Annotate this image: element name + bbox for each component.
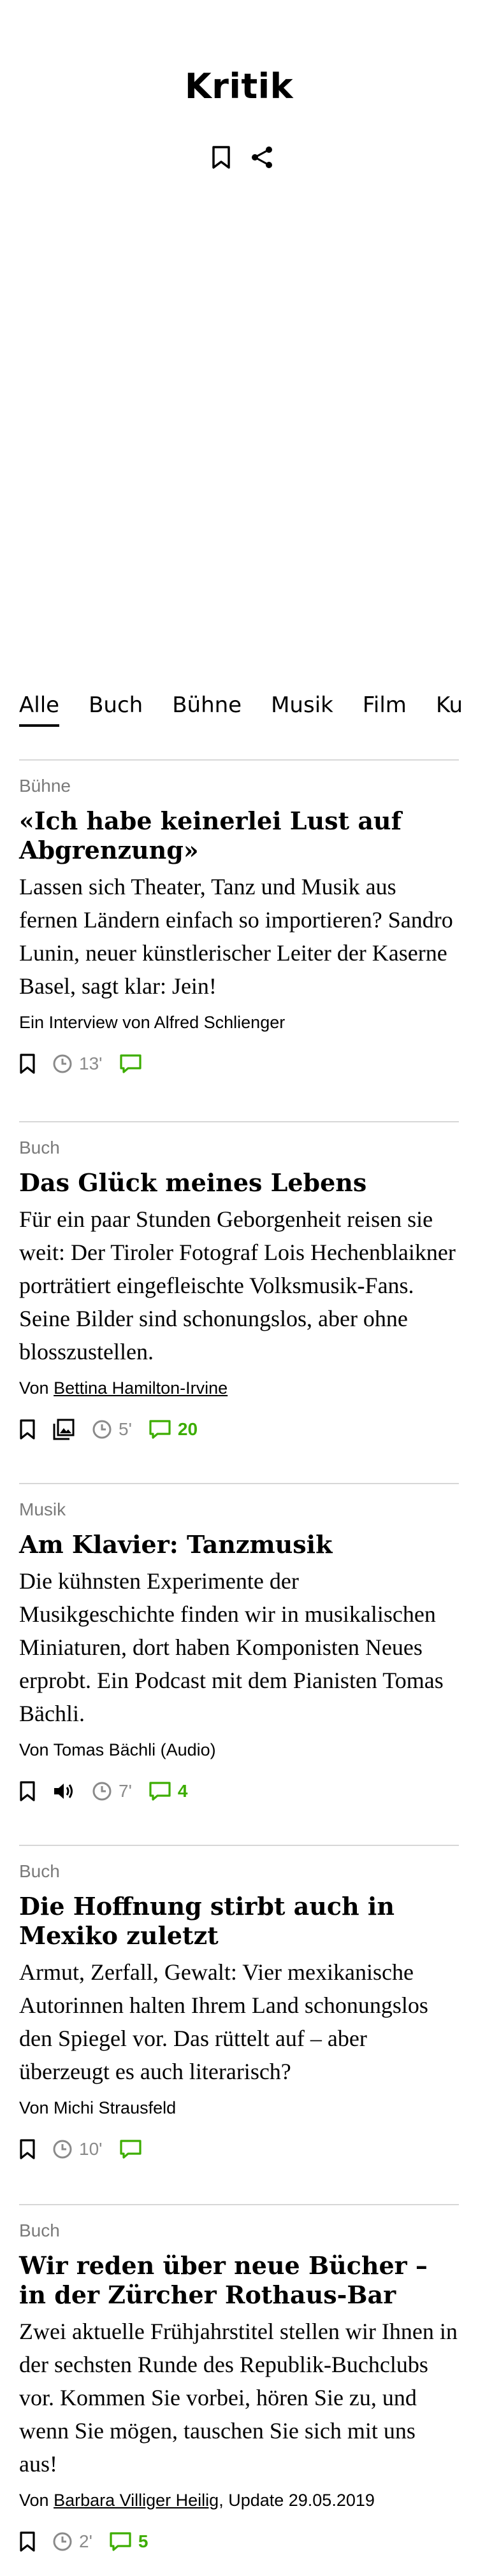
tab-kunst[interactable]: Ku <box>436 691 463 729</box>
comment-count: 5 <box>138 2531 148 2551</box>
article-title[interactable]: «Ich habe keinerlei Lust auf Abgrenzung» <box>19 806 459 865</box>
bookmark-icon[interactable] <box>19 2138 36 2160</box>
article-title[interactable]: Die Hoffnung stirbt auch in Mexiko zulet… <box>19 1892 459 1950</box>
format-label[interactable]: Buch <box>19 2218 459 2243</box>
author-link[interactable]: Barbara Villiger Heilig <box>54 2491 219 2510</box>
comment-count: 4 <box>177 1781 188 1801</box>
page-title: Kritik <box>184 66 294 106</box>
article-credit: Von Bettina Hamilton-Irvine <box>19 1376 459 1400</box>
article-actions: 5' 20 <box>19 1415 459 1443</box>
comment-icon <box>149 1782 171 1801</box>
format-label[interactable]: Musik <box>19 1497 459 1522</box>
reading-minutes: 13' <box>79 1054 103 1073</box>
article-actions: 2' 5 <box>19 2528 459 2556</box>
article-credit: Von Tomas Bächli (Audio) <box>19 1738 459 1762</box>
reading-time: 7' <box>92 1781 132 1801</box>
tab-musik[interactable]: Musik <box>271 691 333 729</box>
format-label[interactable]: Bühne <box>19 773 459 799</box>
reading-time: 10' <box>52 2139 103 2159</box>
audio-icon[interactable] <box>52 1781 75 1801</box>
bookmark-icon[interactable] <box>208 144 235 171</box>
article-title[interactable]: Am Klavier: Tanzmusik <box>19 1530 459 1559</box>
format-label[interactable]: Buch <box>19 1859 459 1884</box>
credit-prefix: Von <box>19 2491 54 2510</box>
article-title[interactable]: Das Glück meines Lebens <box>19 1168 459 1198</box>
article-teaser: Buch Die Hoffnung stirbt auch in Mexiko … <box>19 1845 459 2204</box>
reading-time: 2' <box>52 2531 92 2552</box>
author-link[interactable]: Bettina Hamilton-Irvine <box>54 1378 228 1398</box>
article-actions: 13' <box>19 1050 459 1078</box>
share-icon[interactable] <box>249 144 275 171</box>
discussion-link[interactable] <box>119 1054 142 1074</box>
article-teaser: Buch Das Glück meines Lebens Für ein paa… <box>19 1121 459 1483</box>
clock-icon <box>92 1420 112 1439</box>
discussion-link[interactable] <box>119 2139 142 2159</box>
comment-icon <box>149 1420 171 1439</box>
gallery-icon <box>52 1418 75 1441</box>
discussion-link[interactable]: 4 <box>148 1781 188 1801</box>
reading-minutes: 7' <box>119 1781 132 1801</box>
credit-text: Von Tomas Bächli (Audio) <box>19 1740 216 1759</box>
clock-icon <box>92 1782 112 1801</box>
clock-icon <box>53 2140 72 2159</box>
article-lead[interactable]: Lassen sich Theater, Tanz und Musik aus … <box>19 870 459 1003</box>
bookmark-icon[interactable] <box>19 1053 36 1075</box>
clock-icon <box>53 2532 72 2551</box>
article-teaser: Bühne «Ich habe keinerlei Lust auf Abgre… <box>19 759 459 1121</box>
page-header: Kritik <box>0 0 478 191</box>
comment-icon <box>119 1054 141 1073</box>
format-tabs: Alle Buch Bühne Musik Film Ku <box>19 691 478 729</box>
bookmark-icon[interactable] <box>19 2531 36 2552</box>
reading-time: 13' <box>52 1054 103 1074</box>
article-lead[interactable]: Die kühnsten Experimente der Musikgeschi… <box>19 1564 459 1730</box>
header-actions <box>208 144 275 171</box>
article-credit: Ein Interview von Alfred Schlienger <box>19 1010 459 1034</box>
article-title[interactable]: Wir reden über neue Bücher – in der Zürc… <box>19 2251 459 2310</box>
article-lead[interactable]: Zwei aktuelle Frühjahrstitel stellen wir… <box>19 2315 459 2480</box>
article-actions: 10' <box>19 2135 459 2163</box>
article-lead[interactable]: Für ein paar Stunden Geborgenheit reisen… <box>19 1203 459 1368</box>
article-lead[interactable]: Armut, Zerfall, Gewalt: Vier mexikanisch… <box>19 1956 459 2088</box>
credit-update: , Update 29.05.2019 <box>219 2491 375 2510</box>
article-credit: Von Michi Strausfeld <box>19 2096 459 2120</box>
bookmark-icon[interactable] <box>19 1419 36 1440</box>
credit-prefix: Von <box>19 1378 54 1398</box>
article-actions: 7' 4 <box>19 1777 459 1805</box>
reading-minutes: 10' <box>79 2139 103 2159</box>
discussion-link[interactable]: 5 <box>109 2531 148 2552</box>
article-credit: Von Barbara Villiger Heilig, Update 29.0… <box>19 2488 459 2512</box>
tab-film[interactable]: Film <box>363 691 407 729</box>
clock-icon <box>53 1054 72 1073</box>
format-label[interactable]: Buch <box>19 1135 459 1161</box>
reading-minutes: 5' <box>119 1419 132 1439</box>
article-teaser: Buch Wir reden über neue Bücher – in der… <box>19 2204 459 2576</box>
comment-count: 20 <box>177 1419 198 1439</box>
tab-buehne[interactable]: Bühne <box>172 691 242 729</box>
tab-alle[interactable]: Alle <box>19 691 60 729</box>
comment-icon <box>110 2532 131 2551</box>
article-teaser: Musik Am Klavier: Tanzmusik Die kühnsten… <box>19 1483 459 1845</box>
reading-minutes: 2' <box>79 2531 92 2551</box>
credit-text: Von Michi Strausfeld <box>19 2098 177 2117</box>
discussion-link[interactable]: 20 <box>148 1419 198 1440</box>
credit-text: Ein Interview von Alfred Schlienger <box>19 1013 286 1032</box>
tab-buch[interactable]: Buch <box>89 691 143 729</box>
article-feed: Bühne «Ich habe keinerlei Lust auf Abgre… <box>19 759 459 2576</box>
reading-time: 5' <box>92 1419 132 1440</box>
comment-icon <box>119 2140 141 2159</box>
bookmark-icon[interactable] <box>19 1780 36 1802</box>
